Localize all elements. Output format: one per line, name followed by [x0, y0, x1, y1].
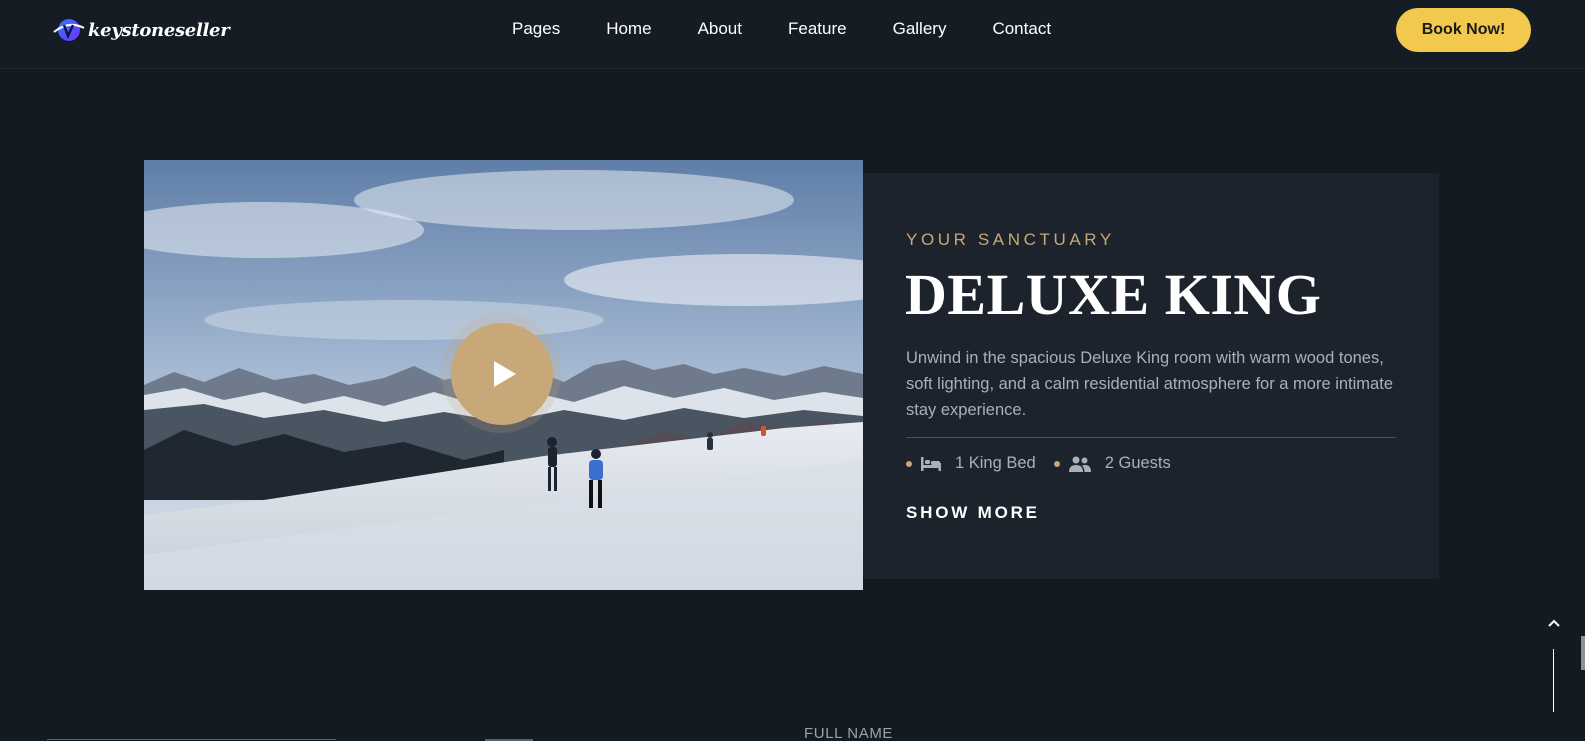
amenity-bullet: [906, 460, 912, 467]
amenity-guests-label: 2 Guests: [1104, 454, 1171, 472]
guests-icon: [1068, 456, 1091, 472]
amenity-bed: 1 King Bed: [906, 454, 1036, 473]
logo-mark-icon: [53, 19, 85, 41]
full-name-label: FULL NAME: [804, 725, 894, 741]
site-header: keystoneseller Pages Home About Feature …: [0, 0, 1585, 69]
amenity-bullet: [1053, 460, 1060, 467]
room-video-thumbnail[interactable]: [144, 160, 863, 590]
scroll-to-top-button[interactable]: [1546, 615, 1562, 631]
scroll-progress-line: [1553, 649, 1554, 712]
show-more-link[interactable]: SHOW MORE: [906, 503, 1040, 523]
nav-item-feature[interactable]: Feature: [788, 19, 847, 39]
brand-logo[interactable]: keystoneseller: [52, 16, 230, 44]
nav-item-gallery[interactable]: Gallery: [893, 19, 947, 39]
nav-item-about[interactable]: About: [698, 19, 742, 39]
chevron-up-icon: [1548, 619, 1560, 627]
room-description: Unwind in the spacious Deluxe King room …: [906, 349, 1393, 419]
card-divider: [906, 437, 1396, 438]
nav-item-contact[interactable]: Contact: [992, 19, 1051, 39]
nav-item-home[interactable]: Home: [606, 19, 651, 39]
book-now-button[interactable]: Book Now!: [1396, 8, 1531, 52]
room-title: DELUXE KING: [905, 262, 1322, 327]
form-field-underline[interactable]: [47, 739, 336, 740]
brand-name: keystoneseller: [88, 19, 230, 41]
room-amenities: 1 King Bed 2 Guests: [906, 454, 1189, 473]
play-video-button[interactable]: [451, 323, 553, 425]
amenity-bed-label: 1 King Bed: [955, 454, 1036, 472]
amenity-guests: 2 Guests: [1053, 454, 1171, 473]
nav-item-pages[interactable]: Pages: [512, 19, 560, 39]
main-nav: Pages Home About Feature Gallery Contact: [512, 19, 1097, 39]
play-icon: [493, 361, 516, 387]
bed-icon: [921, 456, 941, 471]
room-eyebrow: YOUR SANCTUARY: [906, 230, 1115, 249]
room-info-card: YOUR SANCTUARY DELUXE KING Unwind in the…: [863, 173, 1439, 579]
scrollbar-thumb[interactable]: [1581, 636, 1585, 670]
